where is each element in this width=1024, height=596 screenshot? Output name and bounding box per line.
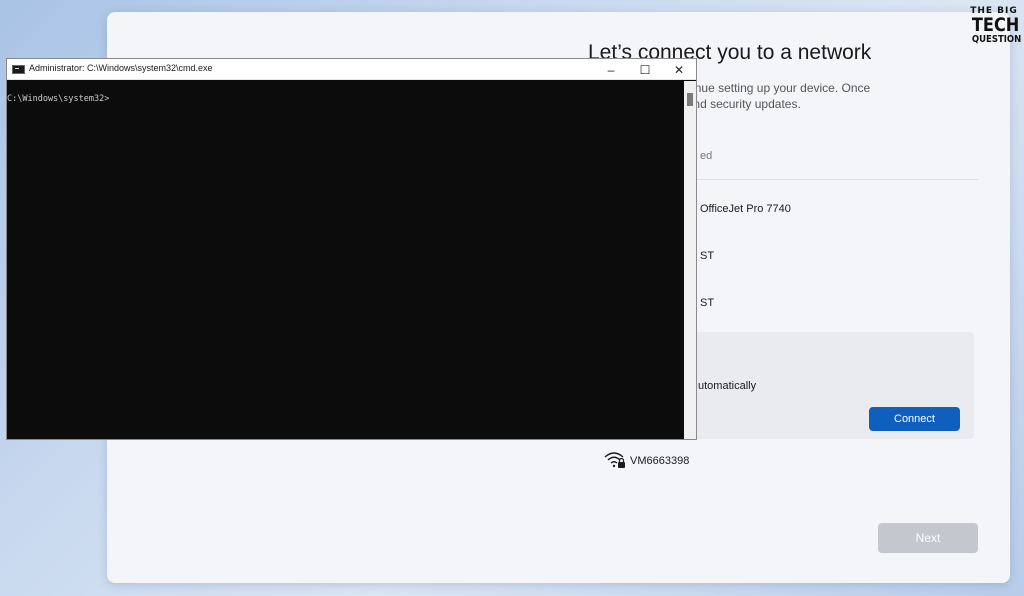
- cmd-window-title: Administrator: C:\Windows\system32\cmd.e…: [29, 63, 213, 73]
- scrollbar-thumb[interactable]: [687, 93, 693, 106]
- network-item-label: ST: [700, 250, 715, 262]
- network-name: VM6663398: [630, 455, 690, 467]
- terminal-area[interactable]: C:\Windows\system32>: [7, 81, 684, 439]
- command-prompt: C:\Windows\system32>: [7, 94, 110, 104]
- network-item-label: OfficeJet Pro 7740: [700, 203, 791, 215]
- connect-button[interactable]: Connect: [869, 407, 960, 431]
- network-item-label: ed: [700, 150, 713, 162]
- logo-line-3: QUESTION: [971, 34, 1022, 45]
- cmd-title-bar[interactable]: Administrator: C:\Windows\system32\cmd.e…: [7, 59, 696, 80]
- next-button[interactable]: Next: [878, 523, 978, 553]
- connect-automatically-label: utomatically: [698, 380, 757, 392]
- cmd-window[interactable]: Administrator: C:\Windows\system32\cmd.e…: [6, 58, 697, 440]
- watermark-logo: THE BIG TECH QUESTION: [968, 5, 1022, 59]
- close-button[interactable]: ✕: [662, 59, 696, 80]
- cmd-app-icon: [12, 65, 25, 74]
- minimize-button[interactable]: –: [594, 59, 628, 80]
- network-item-label: ST: [700, 297, 715, 309]
- maximize-button[interactable]: ☐: [628, 59, 662, 80]
- vertical-scrollbar[interactable]: [684, 81, 696, 439]
- wifi-secured-icon: [604, 452, 625, 468]
- logo-line-2: TECH: [971, 14, 1020, 36]
